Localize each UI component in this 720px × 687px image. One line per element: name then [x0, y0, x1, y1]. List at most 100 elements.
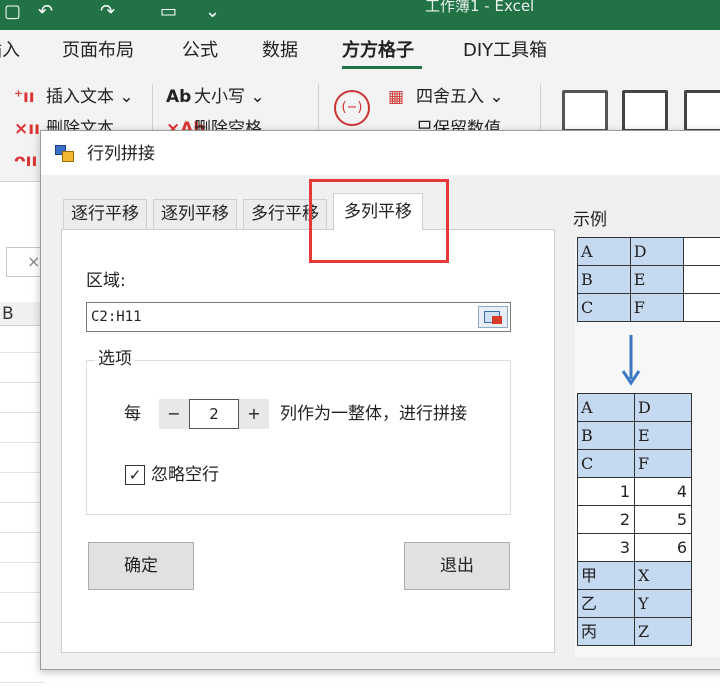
tab-data[interactable]: 数据 — [262, 40, 298, 62]
table-cell: B — [577, 265, 631, 294]
clipboard-icon[interactable] — [562, 90, 608, 132]
table-cell: 3 — [577, 533, 635, 562]
example-source-table: A D B E C F — [577, 237, 720, 322]
grid-line — [0, 592, 45, 593]
table-cell: C — [577, 449, 635, 478]
table-cell: E — [629, 265, 684, 294]
grid-line — [0, 652, 45, 653]
table-row: C F — [577, 293, 720, 322]
grid-line — [0, 562, 45, 563]
dialog-titlebar[interactable]: 行列拼接 — [41, 131, 720, 175]
table-cell: F — [634, 449, 692, 478]
options-label: 选项 — [95, 348, 135, 370]
decrement-button[interactable]: − — [159, 399, 189, 429]
arrow-down-icon — [621, 335, 641, 386]
insert-text-icon: ⁺ıı — [14, 87, 35, 107]
table-cell: A — [577, 393, 635, 422]
column-count-input[interactable]: 2 — [189, 399, 239, 429]
active-tab-indicator — [342, 66, 422, 69]
table-cell: 6 — [634, 533, 692, 562]
quick-access-icon[interactable]: ▭ — [160, 2, 177, 22]
tab-fangfang[interactable]: 方方格子 — [342, 40, 414, 62]
tab-diy-toolbox[interactable]: DIY工具箱 — [463, 40, 547, 62]
table-cell: 4 — [634, 477, 692, 506]
column-header-b[interactable]: B — [0, 302, 45, 326]
increment-button[interactable]: + — [239, 399, 269, 429]
row-column-join-dialog: 行列拼接 逐行平移 逐列平移 多行平移 多列平移 区域: C2:H11 选项 每… — [40, 130, 720, 670]
tab-multi-row-shift[interactable]: 多行平移 — [243, 199, 327, 229]
name-box[interactable]: × — [6, 247, 42, 277]
dialog-app-icon — [55, 145, 75, 163]
table-row: B E — [577, 265, 720, 294]
tab-page-layout[interactable]: 页面布局 — [62, 40, 134, 62]
spreadsheet-area: × B — [0, 182, 45, 687]
settings-panel: 区域: C2:H11 选项 每 − 2 + 列作为一整体，进行拼接 ✓ 忽略空行… — [61, 229, 555, 653]
round-button[interactable]: 四舍五入 ⌄ — [416, 86, 504, 108]
table-cell: E — [634, 421, 692, 450]
grid-line — [0, 412, 45, 413]
chevron-down-icon[interactable]: ⌄ — [205, 2, 220, 22]
table-cell: 丙 — [577, 617, 635, 646]
options-group: 选项 每 − 2 + 列作为一整体，进行拼接 ✓ 忽略空行 — [86, 348, 511, 515]
example-title: 示例 — [573, 210, 607, 230]
formula-icon[interactable]: (−) — [334, 90, 370, 126]
redo-icon[interactable]: ↷ — [100, 2, 115, 22]
tab-row-shift[interactable]: 逐行平移 — [63, 199, 147, 229]
table-delete-icon[interactable] — [684, 90, 720, 132]
table-cell: D — [634, 393, 692, 422]
text-layout-icon[interactable] — [622, 90, 668, 132]
table-cell: 1 — [577, 477, 635, 506]
delete-text-icon: ×ıı — [14, 119, 40, 139]
table-cell: Y — [634, 589, 692, 618]
tab-formulas[interactable]: 公式 — [182, 40, 218, 62]
table-cell: 乙 — [577, 589, 635, 618]
table-cell: Z — [634, 617, 692, 646]
table-row: 丙 Z — [577, 617, 692, 646]
table-cell: C — [577, 293, 631, 322]
ok-button[interactable]: 确定 — [88, 542, 194, 590]
table-cell: 甲 — [577, 561, 635, 590]
per-label: 每 — [124, 404, 141, 424]
table-row: A D — [577, 393, 692, 422]
table-row: 甲 X — [577, 561, 692, 590]
region-input[interactable]: C2:H11 — [86, 302, 511, 332]
column-count-stepper: − 2 + — [159, 399, 269, 429]
grid-line — [0, 622, 45, 623]
table-cell — [682, 293, 720, 322]
table-cell — [682, 237, 720, 266]
grid-line — [0, 682, 45, 683]
dialog-title: 行列拼接 — [87, 144, 155, 164]
grid-line — [0, 382, 45, 383]
table-cell: B — [577, 421, 635, 450]
table-row: B E — [577, 421, 692, 450]
save-icon[interactable]: ▢ — [4, 2, 21, 22]
insert-text-button[interactable]: 插入文本 ⌄ — [46, 86, 134, 108]
example-result-table: A D B E C F 1 4 2 5 3 6 甲 X 乙 Y 丙 Z — [577, 393, 692, 646]
round-icon: ▦ — [388, 87, 405, 107]
grid-line — [0, 352, 45, 353]
tab-insert[interactable]: 插入 — [0, 40, 20, 62]
ignore-empty-label[interactable]: 忽略空行 — [151, 464, 219, 486]
excel-titlebar: ▢ ↶ ↷ ▭ ⌄ 工作簿1 - Excel — [0, 0, 720, 30]
region-label: 区域: — [86, 271, 126, 291]
undo-icon[interactable]: ↶ — [38, 2, 53, 22]
table-cell: D — [629, 237, 684, 266]
grid-line — [0, 532, 45, 533]
table-row: 1 4 — [577, 477, 692, 506]
region-value: C2:H11 — [91, 309, 142, 325]
tab-column-shift[interactable]: 逐列平移 — [153, 199, 237, 229]
table-row: 3 6 — [577, 533, 692, 562]
table-row: 乙 Y — [577, 589, 692, 618]
table-cell: 5 — [634, 505, 692, 534]
tab-multi-column-shift[interactable]: 多列平移 — [333, 193, 423, 230]
ignore-empty-checkbox[interactable]: ✓ — [125, 465, 145, 485]
replace-text-icon: ᴖıı — [14, 151, 38, 171]
grid-line — [0, 472, 45, 473]
table-cell: 2 — [577, 505, 635, 534]
range-select-icon[interactable] — [478, 306, 508, 328]
case-icon: Ab — [166, 87, 192, 107]
grid-line — [0, 442, 45, 443]
exit-button[interactable]: 退出 — [404, 542, 510, 590]
case-button[interactable]: 大小写 ⌄ — [194, 86, 265, 108]
table-cell: F — [629, 293, 684, 322]
